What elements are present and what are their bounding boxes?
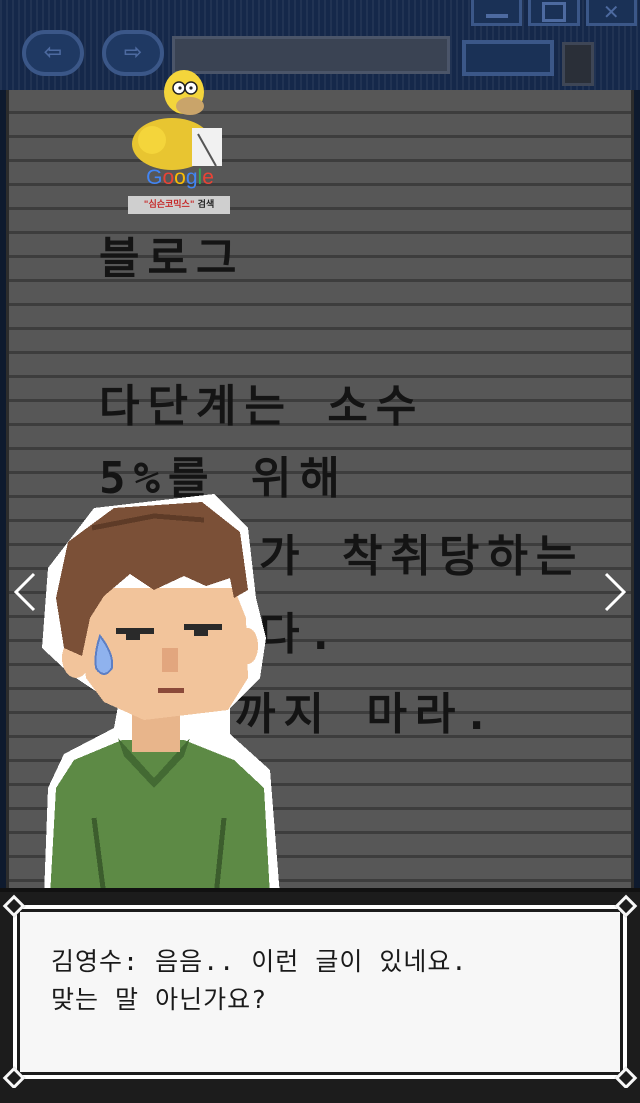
dialogue-line-1-text: 음음.. 이런 글이 있네요. — [155, 947, 468, 976]
maximize-icon — [541, 1, 566, 22]
game-screen: ✕ ⇦ ⇨ 블로그 다단계는 소수 5%를 위해 가 착취당하는 다. 까지 마… — [0, 0, 640, 1103]
close-icon: ✕ — [602, 0, 620, 24]
page-line-1: 다단계는 소수 — [99, 381, 425, 432]
dialogue-line-2: 맞는 말 아닌가요? — [51, 985, 268, 1014]
back-button[interactable]: ⇦ — [22, 30, 84, 76]
dialogue-line-1: 김영수: 음음.. 이런 글이 있네요. — [51, 947, 468, 976]
corner-ornament — [2, 1066, 26, 1090]
address-bar[interactable] — [172, 36, 450, 74]
browser-chrome: ✕ ⇦ ⇨ — [0, 0, 640, 90]
go-button[interactable] — [462, 40, 554, 76]
google-wordmark: Google — [130, 166, 230, 190]
search-suffix: 검색 — [197, 200, 215, 210]
character-sprite — [42, 494, 280, 897]
forward-arrow-icon: ⇨ — [123, 40, 143, 65]
back-arrow-icon: ⇦ — [43, 40, 63, 65]
chevron-right-icon — [604, 572, 627, 612]
search-query: "심슨코믹스" — [143, 200, 195, 210]
google-letter: o — [174, 166, 186, 189]
minimize-icon — [485, 14, 508, 19]
page-title: 블로그 — [99, 233, 245, 284]
bottom-strip — [0, 1088, 640, 1103]
close-button[interactable]: ✕ — [585, 0, 637, 26]
minimize-button[interactable] — [471, 0, 523, 26]
corner-ornament — [614, 1066, 638, 1090]
watermark-logo: Google "심슨코믹스" 검색 — [126, 70, 234, 218]
dialogue-panel: 김영수: 음음.. 이런 글이 있네요. 맞는 말 아닌가요? — [2, 894, 638, 1090]
next-page-button[interactable] — [600, 570, 630, 614]
character-portrait — [34, 488, 284, 897]
page-line-3: 가 착취당하는 — [259, 531, 585, 582]
homer-logo-icon — [132, 70, 222, 170]
watermark-search-bar: "심슨코믹스" 검색 — [128, 196, 230, 214]
google-letter: o — [162, 166, 175, 189]
corner-ornament — [614, 894, 638, 918]
scroll-knob[interactable] — [562, 42, 594, 86]
dialogue-box[interactable]: 김영수: 음음.. 이런 글이 있네요. 맞는 말 아닌가요? — [0, 888, 640, 1092]
dialogue-text: 김영수: 음음.. 이런 글이 있네요. 맞는 말 아닌가요? — [51, 943, 597, 1019]
google-letter: e — [202, 166, 214, 189]
window-controls: ✕ — [468, 0, 640, 26]
speaker-name: 김영수 — [51, 947, 124, 976]
corner-ornament — [2, 894, 26, 918]
google-letter: g — [185, 166, 198, 189]
google-letter: G — [146, 166, 163, 189]
maximize-button[interactable] — [528, 0, 580, 26]
